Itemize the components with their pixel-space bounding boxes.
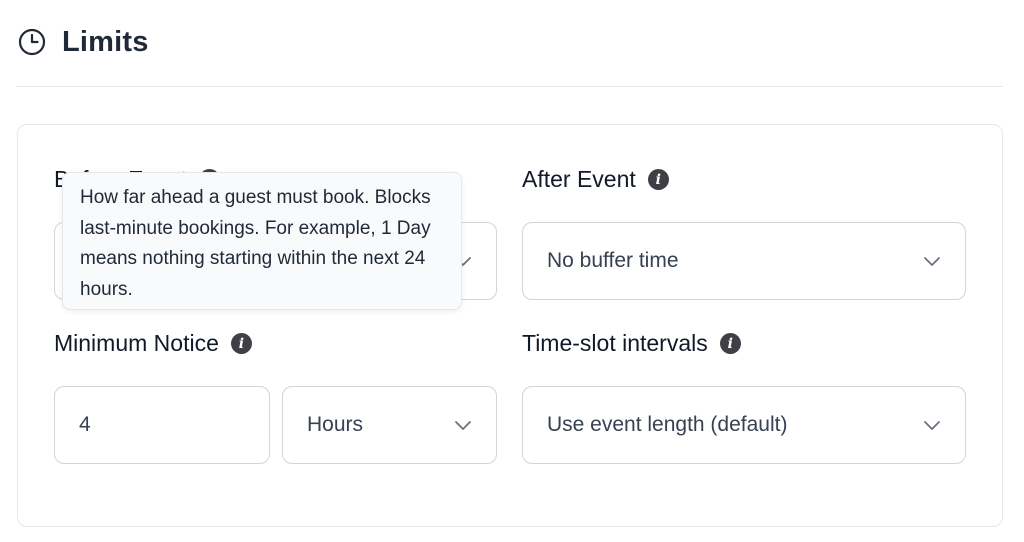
after-event-value: No buffer time: [547, 249, 679, 272]
time-slot-intervals-label: Time-slot intervals i: [522, 330, 741, 357]
after-event-label: After Event i: [522, 166, 669, 193]
chevron-down-icon: [455, 421, 471, 430]
after-event-select[interactable]: No buffer time: [522, 222, 966, 300]
info-icon[interactable]: i: [719, 333, 741, 354]
info-icon[interactable]: i: [647, 169, 669, 190]
minimum-notice-amount-input[interactable]: 4: [54, 386, 270, 464]
minimum-notice-amount-value: 4: [79, 413, 91, 436]
clock-icon: [18, 28, 46, 56]
minimum-notice-unit-select[interactable]: Hours: [282, 386, 497, 464]
minimum-notice-label: Minimum Notice i: [54, 330, 252, 357]
minimum-notice-unit-value: Hours: [307, 413, 364, 436]
chevron-down-icon: [924, 421, 940, 430]
header-divider: [16, 86, 1003, 87]
section-header: Limits: [18, 22, 149, 62]
page-title: Limits: [62, 25, 149, 58]
time-slot-intervals-value: Use event length (default): [547, 413, 788, 436]
info-icon[interactable]: i: [230, 333, 252, 354]
time-slot-intervals-select[interactable]: Use event length (default): [522, 386, 966, 464]
chevron-down-icon: [924, 257, 940, 266]
minimum-notice-tooltip: How far ahead a guest must book. Blocks …: [62, 172, 462, 310]
